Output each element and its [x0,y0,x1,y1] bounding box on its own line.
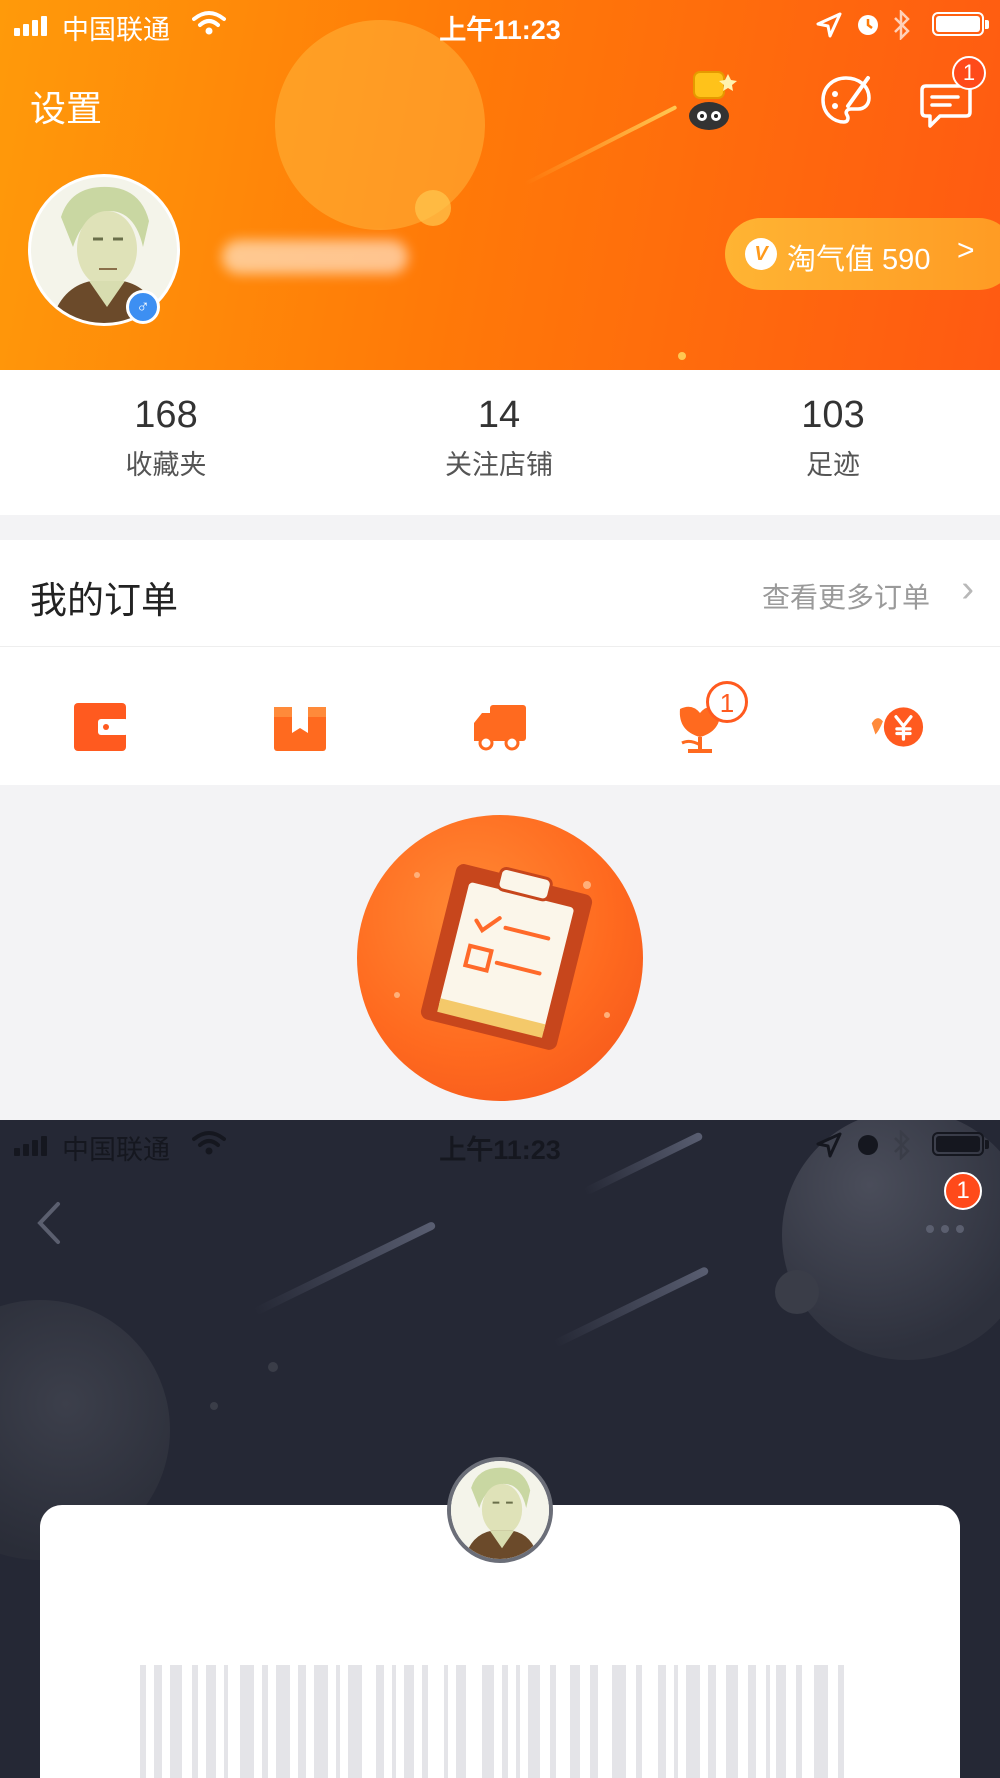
chevron-right-icon[interactable]: › [961,568,974,611]
stat-label: 关注店铺 [445,450,553,480]
avatar-image [451,1461,549,1559]
stats-bar: 168 收藏夹 14 关注店铺 103 足迹 [0,370,1000,515]
clipboard-icon [394,864,610,1050]
stat-favorites[interactable]: 168 收藏夹 [66,394,266,482]
palette-icon[interactable] [818,72,874,128]
location-icon [816,1132,842,1158]
bluetooth-icon [894,10,910,40]
battery-icon [932,12,989,36]
decor-streak [524,105,678,186]
member-code-screen: 中国联通 上午11:23 1 [0,1120,1000,1778]
stat-value: 168 [134,394,198,436]
more-options-icon[interactable] [926,1220,971,1238]
decor-planet [275,20,485,230]
stat-value: 103 [801,394,865,436]
status-bar: 中国联通 上午11:23 [0,0,1000,50]
chevron-right-icon: > [957,234,975,267]
orders-header: 我的订单 查看更多订单 › [0,540,1000,647]
avatar [447,1457,553,1563]
wallet-icon[interactable] [72,699,128,755]
clock: 上午11:23 [439,15,561,45]
profile-header: 中国联通 上午11:23 设置 1 ♂ V 淘气值 590 > [0,0,1000,370]
decor-dot [678,352,686,360]
decor-dot [210,1402,218,1410]
alarm-icon [858,15,878,35]
clock: 上午11:23 [439,1135,561,1165]
settings-button[interactable]: 设置 [30,80,102,132]
decor-dot [268,1362,278,1372]
location-icon [816,12,842,38]
truck-icon[interactable] [472,699,528,755]
empty-orders-illustration [357,815,643,1101]
alarm-icon [858,1135,878,1155]
stat-label: 收藏夹 [125,450,207,480]
order-status-row: 1 [0,647,1000,785]
decor-moon [775,1270,819,1314]
decor-moon [415,190,451,226]
barcode[interactable] [140,1665,860,1778]
mascot-icon[interactable] [680,66,740,132]
notification-badge: 1 [944,1172,982,1210]
gender-male-icon: ♂ [126,290,160,324]
orders-title: 我的订单 [30,580,178,621]
stat-value: 14 [477,394,521,436]
refund-icon[interactable] [868,699,924,755]
decor-streak [253,1220,437,1316]
message-badge: 1 [952,56,986,90]
decor-streak [553,1265,710,1348]
review-badge: 1 [706,681,748,723]
battery-icon [932,1132,989,1156]
taoqi-label: 淘气值 590 [787,244,931,276]
package-icon[interactable] [272,699,328,755]
stat-footprints[interactable]: 103 足迹 [733,394,933,482]
stat-followed-shops[interactable]: 14 关注店铺 [399,394,599,482]
taoqi-value-button[interactable]: V 淘气值 590 > [725,218,1000,290]
taoqi-icon: V [745,238,777,270]
status-bar: 中国联通 上午11:23 [0,1120,1000,1170]
bluetooth-icon [894,1130,910,1160]
view-more-orders-link[interactable]: 查看更多订单 [762,576,930,616]
back-arrow-icon[interactable] [30,1198,70,1248]
stat-label: 足迹 [806,450,860,480]
username-blurred [222,240,408,274]
